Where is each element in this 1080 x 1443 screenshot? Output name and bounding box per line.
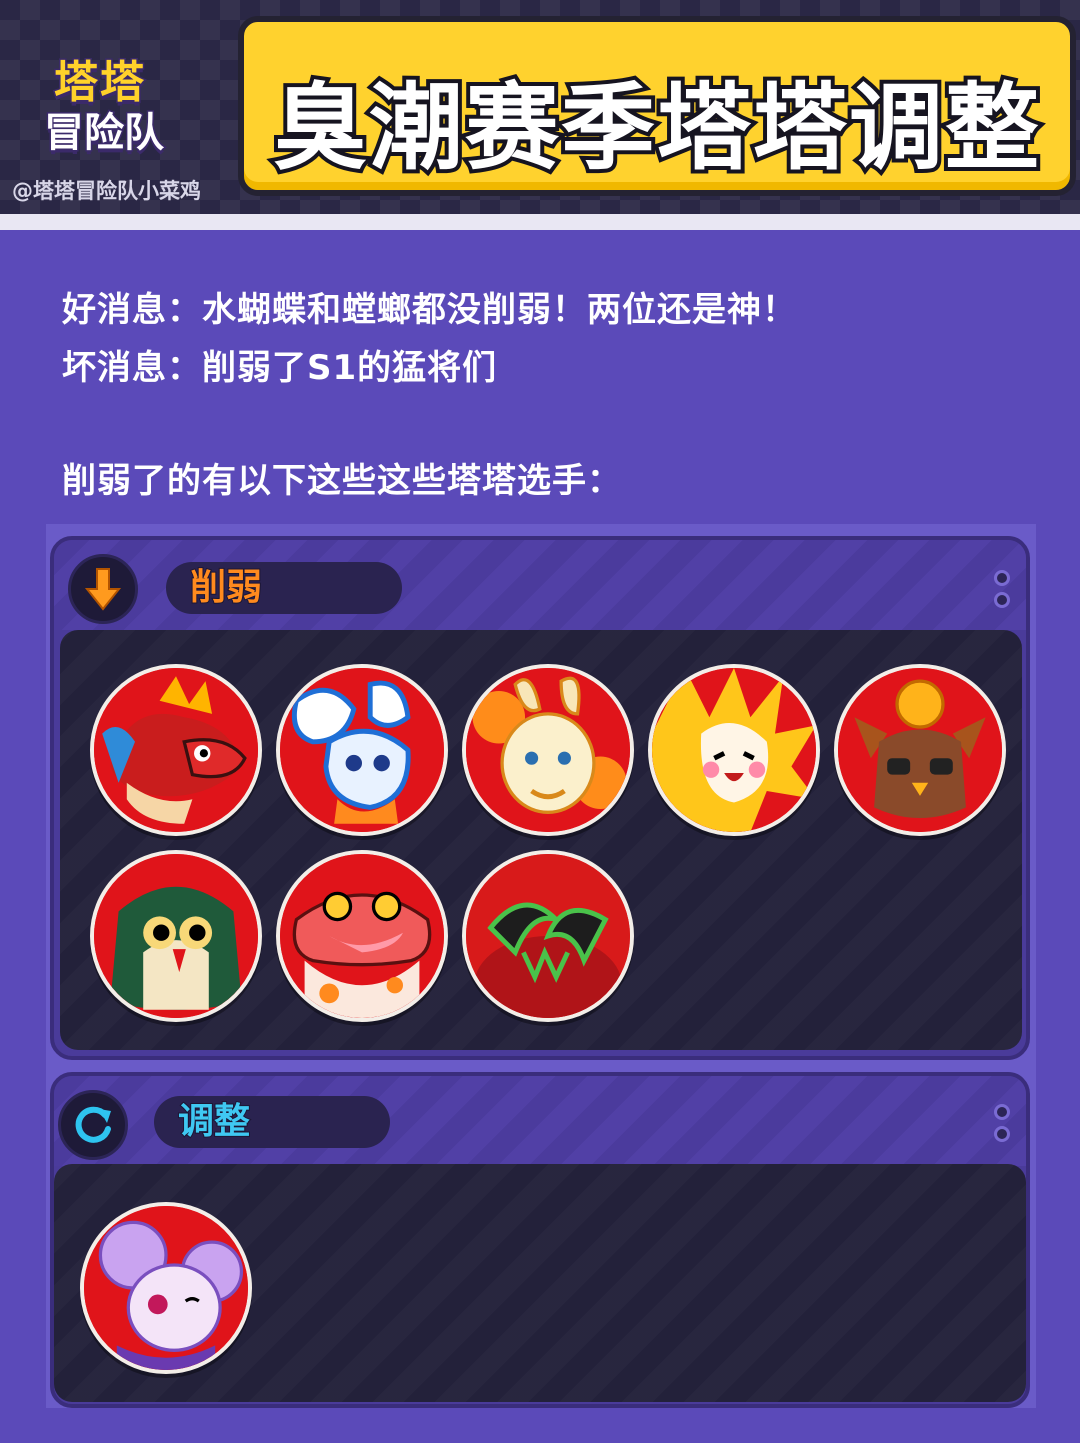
red-dragon-portrait[interactable]	[90, 664, 262, 836]
sunflower-girl-portrait[interactable]	[648, 664, 820, 836]
game-logo: 塔塔 冒险队	[14, 40, 214, 158]
nerf-panel: 削弱	[50, 536, 1030, 1060]
author-watermark: @塔塔冒险队小菜鸡	[12, 179, 201, 203]
good-news-text: 好消息：水蝴蝶和螳螂都没削弱！两位还是神！	[62, 290, 797, 330]
more-options-icon[interactable]	[992, 1104, 1012, 1142]
adjust-panel: 调整	[50, 1072, 1030, 1408]
page: 塔塔 冒险队 @塔塔冒险队小菜鸡 臭潮赛季塔塔调整 好消息：水蝴蝶和螳螂都没削弱…	[0, 0, 1080, 1443]
purple-mouse-portrait[interactable]	[80, 1202, 252, 1374]
refresh-icon	[58, 1090, 128, 1160]
page-title: 臭潮赛季塔塔调整	[269, 70, 1043, 187]
pink-frog-portrait[interactable]	[276, 850, 448, 1022]
carnivorous-plant-portrait[interactable]	[462, 850, 634, 1022]
logo-text-bottom: 冒险队	[43, 109, 166, 158]
green-owl-portrait[interactable]	[90, 850, 262, 1022]
title-banner: 臭潮赛季塔塔调整	[238, 16, 1076, 196]
bad-news-text: 坏消息：削弱了S1的猛将们	[62, 348, 498, 388]
cream-bunny-portrait[interactable]	[462, 664, 634, 836]
header-divider	[0, 214, 1080, 230]
nerf-panel-label: 削弱	[166, 562, 402, 614]
owl-totem-portrait[interactable]	[834, 664, 1006, 836]
list-heading: 削弱了的有以下这些这些塔塔选手：	[62, 461, 622, 501]
blue-butterfly-portrait[interactable]	[276, 664, 448, 836]
down-arrow-icon	[68, 554, 138, 624]
more-options-icon[interactable]	[992, 570, 1012, 608]
header-banner: 塔塔 冒险队 @塔塔冒险队小菜鸡 臭潮赛季塔塔调整	[0, 0, 1080, 214]
adjust-panel-label: 调整	[154, 1096, 390, 1148]
